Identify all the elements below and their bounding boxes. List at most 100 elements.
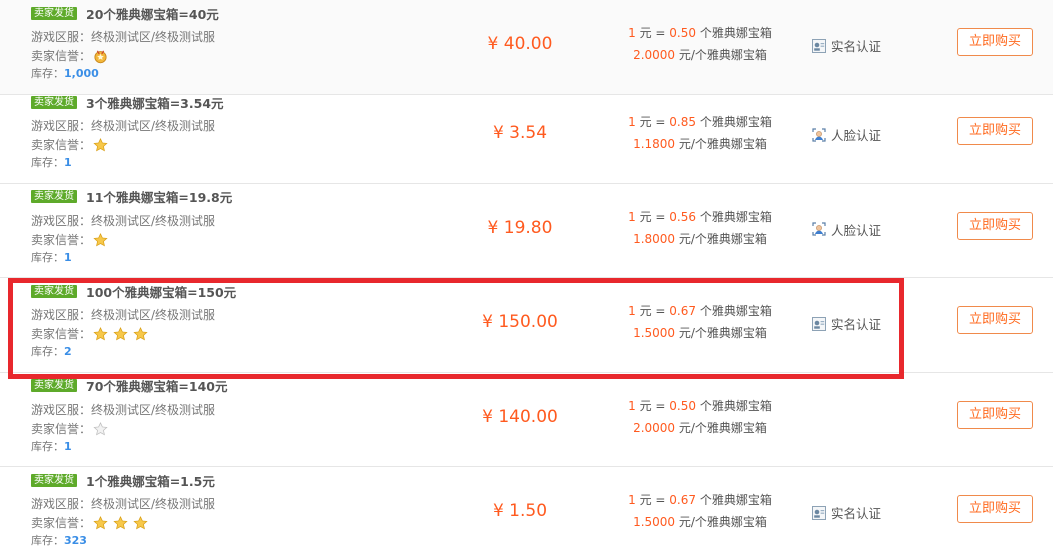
id-card-icon (812, 38, 826, 53)
verification-label: 人脸认证 (831, 222, 882, 238)
stock-label: 库存： (31, 156, 64, 169)
buy-now-button[interactable]: 立即购买 (957, 495, 1033, 523)
star-icon (93, 138, 108, 152)
buy-now-button[interactable]: 立即购买 (957, 400, 1033, 429)
buy-now-button[interactable]: 立即购买 (957, 211, 1033, 240)
server-label: 游戏区服： (31, 308, 92, 322)
unit-price-value: 1.5000 (633, 326, 676, 340)
medal-icon (93, 49, 108, 64)
stock-label: 库存： (31, 67, 64, 80)
ratio-unit: 元 = (635, 304, 670, 318)
exchange-ratio: 1 元 = 0.50 个雅典娜宝箱 (610, 24, 790, 41)
listing-title-line: 卖家发货 20个雅典娜宝箱=40元 (31, 4, 219, 23)
unit-price: 2.0000 元/个雅典娜宝箱 (610, 46, 790, 63)
seller-ships-badge: 卖家发货 (31, 95, 77, 109)
unit-price-label: 元/个雅典娜宝箱 (675, 48, 767, 62)
seller-ships-badge: 卖家发货 (31, 190, 77, 203)
listing-row: 卖家发货 11个雅典娜宝箱=19.8元游戏区服：终极测试区/终极测试服 卖家信誉： 库… (0, 184, 1053, 278)
empty-star-icon (93, 421, 108, 436)
listing-title-line: 卖家发货 70个雅典娜宝箱=140元 (31, 376, 227, 395)
listing-price: ¥ 1.50 (492, 501, 548, 521)
seller-credit: 卖家信誉： (31, 327, 153, 341)
listing-title[interactable]: 3个雅典娜宝箱=3.54元 (86, 93, 224, 112)
listing-title[interactable]: 20个雅典娜宝箱=40元 (86, 4, 219, 23)
exchange-ratio: 1 元 = 0.67 个雅典娜宝箱 (610, 302, 790, 319)
exchange-ratio: 1 元 = 0.56 个雅典娜宝箱 (610, 208, 790, 225)
ratio-unit: 元 = (635, 209, 670, 224)
game-server: 游戏区服：终极测试区/终极测试服 (31, 30, 215, 44)
credit-label: 卖家信誉： (31, 49, 92, 63)
listing-title-line: 卖家发货 100个雅典娜宝箱=150元 (31, 282, 236, 301)
stock-label: 库存： (31, 250, 64, 264)
ratio-value: 0.50 (669, 26, 697, 40)
unit-price: 1.5000 元/个雅典娜宝箱 (610, 324, 790, 341)
verification-label: 人脸认证 (831, 128, 882, 143)
ratio-lead: 1 (628, 26, 636, 40)
unit-price-label: 元/个雅典娜宝箱 (675, 326, 767, 340)
stock-value: 323 (64, 534, 87, 547)
listing-title-line: 卖家发货 3个雅典娜宝箱=3.54元 (31, 93, 224, 112)
ratio-value: 0.67 (669, 304, 697, 318)
listing-price: ¥ 40.00 (487, 34, 553, 54)
credit-rating (93, 138, 113, 152)
seller-ships-badge: 卖家发货 (31, 473, 77, 487)
exchange-ratio: 1 元 = 0.50 个雅典娜宝箱 (610, 397, 790, 414)
buy-now-button[interactable]: 立即购买 (957, 306, 1033, 334)
verification-label: 实名认证 (831, 39, 882, 54)
buy-now-button[interactable]: 立即购买 (957, 117, 1033, 145)
seller-credit: 卖家信誉： (31, 422, 113, 436)
unit-price-value: 1.8000 (633, 231, 676, 246)
unit-price-label: 元/个雅典娜宝箱 (675, 137, 767, 151)
stock-value: 1,000 (64, 67, 99, 80)
credit-rating (93, 49, 113, 64)
star-icon (133, 516, 148, 530)
server-label: 游戏区服： (31, 497, 92, 511)
stock-label: 库存： (31, 534, 64, 547)
listing-row: 卖家发货 20个雅典娜宝箱=40元 游戏区服：终极测试区/终极测试服 卖家信誉： 库存：… (0, 0, 1053, 95)
listing-row: 卖家发货 70个雅典娜宝箱=140元 游戏区服：终极测试区/终极测试服 卖家信誉： 库存… (0, 373, 1053, 467)
server-value: 终极测试区/终极测试服 (91, 308, 216, 322)
credit-rating (93, 232, 113, 247)
listing-title[interactable]: 1个雅典娜宝箱=1.5元 (86, 471, 215, 490)
buy-now-button[interactable]: 立即购买 (957, 28, 1033, 56)
credit-label: 卖家信誉： (31, 327, 92, 341)
server-label: 游戏区服： (31, 30, 92, 44)
server-value: 终极测试区/终极测试服 (91, 30, 216, 44)
unit-price: 1.8000 元/个雅典娜宝箱 (610, 230, 790, 247)
listing-row: 卖家发货 100个雅典娜宝箱=150元游戏区服：终极测试区/终极测试服卖家信誉： 库… (0, 278, 1053, 373)
ratio-unit: 元 = (635, 493, 670, 507)
ratio-lead: 1 (628, 209, 636, 224)
server-value: 终极测试区/终极测试服 (91, 497, 216, 511)
game-server: 游戏区服：终极测试区/终极测试服 (31, 497, 215, 511)
listing-price: ¥ 3.54 (492, 123, 548, 143)
face-icon (812, 222, 826, 236)
credit-label: 卖家信誉： (31, 516, 92, 530)
server-label: 游戏区服： (31, 213, 92, 228)
verification-label: 实名认证 (831, 317, 882, 332)
id-card-icon (812, 316, 826, 331)
ratio-item-unit: 个雅典娜宝箱 (696, 304, 772, 318)
ratio-item-unit: 个雅典娜宝箱 (696, 209, 772, 224)
listing-title[interactable]: 70个雅典娜宝箱=140元 (86, 376, 227, 395)
credit-label: 卖家信誉： (31, 421, 92, 436)
unit-price-label: 元/个雅典娜宝箱 (675, 231, 767, 246)
game-server: 游戏区服：终极测试区/终极测试服 (31, 119, 215, 133)
stock: 库存：2 (31, 345, 72, 359)
listing-title[interactable]: 100个雅典娜宝箱=150元 (86, 282, 236, 301)
seller-verification: 实名认证 (812, 503, 881, 522)
ratio-item-unit: 个雅典娜宝箱 (696, 493, 772, 507)
exchange-ratio: 1 元 = 0.85 个雅典娜宝箱 (610, 113, 790, 130)
ratio-lead: 1 (628, 493, 636, 507)
listing-title[interactable]: 11个雅典娜宝箱=19.8元 (86, 187, 232, 206)
ratio-value: 0.67 (669, 493, 697, 507)
ratio-lead: 1 (628, 304, 636, 318)
listing-title-line: 卖家发货 11个雅典娜宝箱=19.8元 (31, 187, 232, 206)
stock-label: 库存： (31, 345, 64, 358)
ratio-value: 0.50 (669, 398, 697, 413)
listing-row: 卖家发货 1个雅典娜宝箱=1.5元 游戏区服：终极测试区/终极测试服 卖家信誉： 库存：… (0, 467, 1053, 559)
ratio-value: 0.85 (669, 115, 697, 129)
game-server: 游戏区服：终极测试区/终极测试服 (31, 214, 215, 228)
unit-price-label: 元/个雅典娜宝箱 (675, 515, 767, 529)
seller-credit: 卖家信誉： (31, 233, 113, 247)
stock-value: 1 (64, 439, 72, 453)
